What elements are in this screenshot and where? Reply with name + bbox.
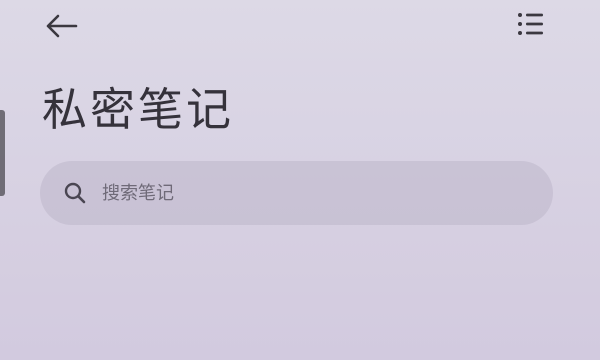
- page-title: 私密笔记: [42, 83, 235, 136]
- search-icon: [62, 180, 88, 206]
- edge-handle[interactable]: [0, 110, 5, 196]
- search-bar[interactable]: [40, 161, 553, 225]
- back-button[interactable]: [38, 8, 84, 48]
- arrow-left-icon: [44, 14, 78, 42]
- list-menu-icon: [516, 11, 546, 41]
- menu-button[interactable]: [508, 6, 554, 46]
- search-input[interactable]: [102, 173, 482, 213]
